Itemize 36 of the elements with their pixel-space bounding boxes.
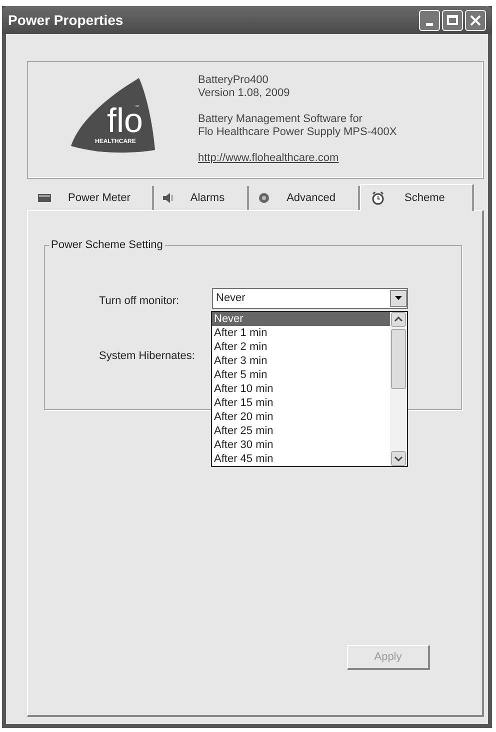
dropdown-button[interactable] — [390, 290, 407, 306]
battery-icon — [38, 193, 52, 203]
scroll-down-icon[interactable] — [391, 451, 406, 466]
dropdown-option[interactable]: After 5 min — [212, 368, 390, 382]
dropdown-option[interactable]: After 10 min — [212, 382, 390, 396]
field-label: System Hibernates: — [99, 348, 195, 364]
clock-icon — [370, 191, 385, 205]
dropdown-option[interactable]: After 3 min — [212, 354, 390, 368]
scrollbar[interactable] — [390, 312, 407, 466]
gear-icon — [256, 192, 271, 204]
close-icon — [470, 14, 481, 26]
field-label: Turn off monitor: — [99, 294, 180, 308]
website-link[interactable]: http://www.flohealthcare.com — [198, 152, 397, 165]
product-name: BatteryPro400 — [198, 74, 270, 87]
dropdown-option[interactable]: After 20 min — [212, 410, 390, 424]
group-title: Power Scheme Setting — [50, 238, 164, 253]
dropdown-option[interactable]: After 45 min — [212, 452, 390, 466]
version-text: Version 1.08, 2009 — [198, 87, 291, 100]
caret-icon — [395, 296, 402, 300]
close-button[interactable] — [465, 10, 486, 30]
monitor-dropdown[interactable]: Never — [212, 288, 408, 308]
speaker-icon — [162, 192, 174, 204]
dropdown-option[interactable]: After 15 min — [212, 396, 390, 410]
dropdown-option[interactable]: After 30 min — [212, 438, 390, 452]
dropdown-option[interactable]: After 1 min — [212, 326, 390, 340]
dropdown-option[interactable]: After 25 min — [212, 424, 390, 438]
maximize-button[interactable] — [442, 10, 463, 30]
scroll-thumb[interactable] — [391, 329, 406, 389]
dropdown-option[interactable]: After 2 min — [212, 340, 390, 354]
dropdown-option[interactable]: Never — [212, 312, 390, 326]
window-title: Power Properties — [8, 10, 124, 30]
description-text: Battery Management Software for — [198, 113, 364, 126]
scroll-up-icon[interactable] — [391, 312, 406, 327]
tab[interactable]: Scheme — [360, 184, 474, 211]
description-text: Flo Healthcare Power Supply MPS-400X — [198, 126, 397, 139]
minimize-button[interactable] — [419, 10, 440, 30]
